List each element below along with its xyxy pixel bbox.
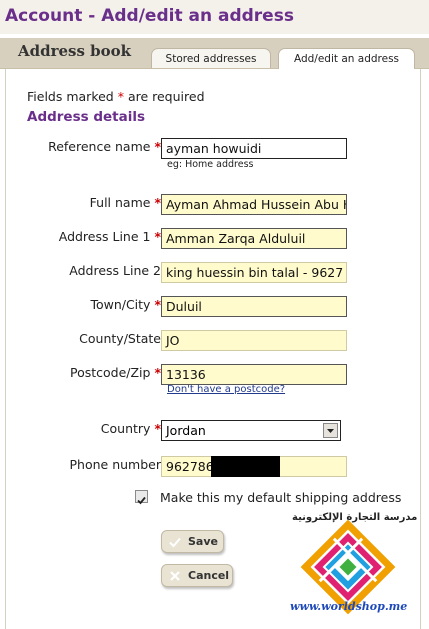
postcode-zip-input[interactable]: 13136 xyxy=(161,364,347,385)
checkmark-icon xyxy=(137,496,146,505)
full-name-label-text: Full name xyxy=(89,195,151,210)
default-shipping-checkbox[interactable] xyxy=(135,490,148,505)
town-city-label: Town/City * xyxy=(90,297,161,312)
reference-name-label: Reference name * xyxy=(48,139,161,154)
town-city-input[interactable]: Duluil xyxy=(161,296,347,317)
reference-name-input[interactable]: ayman howuidi xyxy=(161,138,347,159)
country-select[interactable]: Jordan xyxy=(161,420,341,441)
postcode-zip-label-text: Postcode/Zip xyxy=(69,365,151,380)
save-button-label: Save xyxy=(188,535,218,548)
tab-stored-addresses[interactable]: Stored addresses xyxy=(151,48,271,68)
tab-strip: Address book Stored addresses Add/edit a… xyxy=(0,38,429,69)
full-name-label: Full name * xyxy=(90,195,161,210)
page-title: Account - Add/edit an address xyxy=(5,6,294,26)
logo-url: www.worldshop.me xyxy=(290,600,408,613)
phone-number-label: Phone number xyxy=(69,457,161,472)
reference-name-hint: eg: Home address xyxy=(167,159,254,170)
town-city-label-text: Town/City xyxy=(90,297,151,312)
reference-name-label-text: Reference name xyxy=(48,139,151,154)
address-line-2-input[interactable]: king huessin bin talal - 9627 xyxy=(161,262,347,283)
address-line-2-label: Address Line 2 xyxy=(69,263,161,278)
address-line-1-label-text: Address Line 1 xyxy=(58,229,151,244)
section-title: Address details xyxy=(27,109,146,125)
county-state-input[interactable]: JO xyxy=(161,330,347,351)
tab-add-edit-address[interactable]: Add/edit an address xyxy=(278,48,415,69)
title-bar: Account - Add/edit an address xyxy=(0,0,429,34)
full-name-input[interactable]: Ayman Ahmad Hussein Abu H xyxy=(161,194,347,215)
required-note: Fields marked * are required xyxy=(27,89,205,104)
county-state-label: County/State xyxy=(79,331,161,346)
required-note-suffix: are required xyxy=(123,89,205,104)
country-label: Country * xyxy=(101,421,161,436)
country-select-value: Jordan xyxy=(166,423,206,438)
cancel-button[interactable]: Cancel xyxy=(161,564,233,587)
check-icon xyxy=(169,537,181,548)
save-button[interactable]: Save xyxy=(161,530,224,553)
address-line-1-label: Address Line 1 * xyxy=(59,229,161,244)
country-label-text: Country xyxy=(100,421,151,436)
redaction-block xyxy=(211,456,280,477)
address-book-heading: Address book xyxy=(18,42,132,60)
chevron-down-icon[interactable] xyxy=(323,423,338,438)
logo-arabic-text: مدرسة التجارة الإلكترونية xyxy=(292,512,418,523)
default-shipping-label[interactable]: Make this my default shipping address xyxy=(160,490,401,505)
postcode-zip-label: Postcode/Zip * xyxy=(70,365,161,380)
no-postcode-link[interactable]: Don't have a postcode? xyxy=(167,384,285,395)
required-note-text: Fields marked xyxy=(27,89,118,104)
x-icon xyxy=(170,571,180,581)
cancel-button-label: Cancel xyxy=(188,569,230,582)
address-line-1-input[interactable]: Amman Zarqa Alduluil xyxy=(161,228,347,249)
